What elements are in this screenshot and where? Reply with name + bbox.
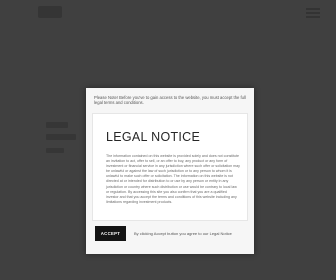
accept-button[interactable]: ACCEPT xyxy=(95,226,126,241)
legal-notice-title: LEGAL NOTICE xyxy=(106,130,201,144)
legal-notice-card: LEGAL NOTICE The information contained o… xyxy=(92,113,248,221)
modal-intro-text: Please Note! Before you've to gain acces… xyxy=(94,95,246,106)
legal-notice-modal: Please Note! Before you've to gain acces… xyxy=(86,88,254,254)
accept-note: By clicking Accept button you agree to o… xyxy=(134,231,232,236)
legal-notice-body: The information contained on this websit… xyxy=(106,154,240,204)
